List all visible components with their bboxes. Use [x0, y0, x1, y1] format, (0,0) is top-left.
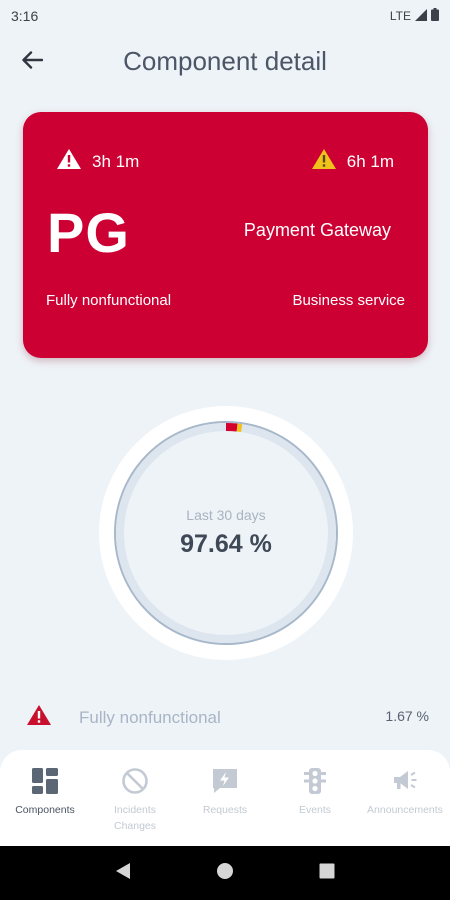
arrow-left-icon [21, 50, 44, 74]
system-recents-button[interactable] [311, 857, 343, 889]
nav-label-events: Events [298, 804, 332, 816]
legend-label: Fully nonfunctional [79, 708, 221, 727]
degraded-duration-value: 6h 1m [346, 151, 394, 171]
nav-item-components[interactable]: Components [0, 750, 90, 846]
nav-item-events[interactable]: Events [270, 750, 360, 846]
status-time: 3:16 [11, 8, 39, 24]
home-circle-icon [216, 862, 234, 885]
uptime-period-label: Last 30 days [186, 507, 266, 523]
nav-label-requests: Requests [202, 804, 248, 816]
component-abbreviation: PG [47, 201, 130, 264]
bottom-navigation: Components Incidents Changes Requests Ev… [0, 750, 450, 846]
component-state: Fully nonfunctional [46, 292, 172, 309]
status-bar: 3:16 LTE [0, 0, 450, 32]
warning-triangle-yellow-icon [311, 148, 337, 175]
system-home-button[interactable] [209, 857, 241, 889]
components-grid-icon [30, 766, 60, 796]
system-back-button[interactable] [107, 857, 139, 889]
legend-percent: 1.67 % [385, 708, 429, 724]
recents-square-icon [319, 863, 335, 884]
signal-icon [415, 8, 427, 24]
status-icons: LTE [390, 8, 439, 24]
degraded-duration: 6h 1m [311, 148, 394, 175]
component-name: Payment Gateway [243, 220, 391, 240]
duration-row: 3h 1m 6h 1m [23, 148, 428, 172]
ring-segment-1 [236, 423, 243, 433]
warning-triangle-icon [56, 148, 82, 175]
lightning-message-icon [210, 766, 240, 796]
card-footer: Fully nonfunctional Business service [46, 292, 405, 309]
nav-item-incidents[interactable]: Incidents Changes [90, 750, 180, 846]
nav-item-announcements[interactable]: Announcements [360, 750, 450, 846]
no-entry-icon [120, 766, 150, 796]
ring-segment-0 [225, 423, 238, 432]
legend-item[interactable]: Fully nonfunctional 1.67 % [0, 698, 450, 736]
outage-duration-value: 3h 1m [92, 151, 140, 171]
network-type: LTE [389, 9, 411, 23]
traffic-light-icon [300, 766, 330, 796]
component-type: Business service [292, 292, 405, 309]
back-triangle-icon [115, 862, 131, 885]
nav-label-components: Components [15, 804, 75, 816]
battery-icon [431, 8, 439, 24]
nav-label-incidents: Incidents [113, 804, 157, 816]
uptime-value: 97.64 % [180, 530, 272, 558]
megaphone-icon [390, 766, 420, 796]
component-status-card[interactable]: 3h 1m 6h 1m PG Payment Gateway Fully non… [23, 112, 428, 358]
system-navigation-bar [0, 846, 450, 900]
outage-duration: 3h 1m [56, 148, 139, 175]
nav-sublabel-changes: Changes [113, 820, 157, 832]
nav-label-announcements: Announcements [367, 804, 443, 816]
warning-triangle-icon [26, 704, 52, 731]
nav-item-requests[interactable]: Requests [180, 750, 270, 846]
uptime-ring: Last 30 days 97.64 % [99, 406, 353, 660]
app-bar: Component detail [0, 38, 450, 86]
back-button[interactable] [18, 48, 46, 76]
page-title: Component detail [123, 46, 327, 76]
